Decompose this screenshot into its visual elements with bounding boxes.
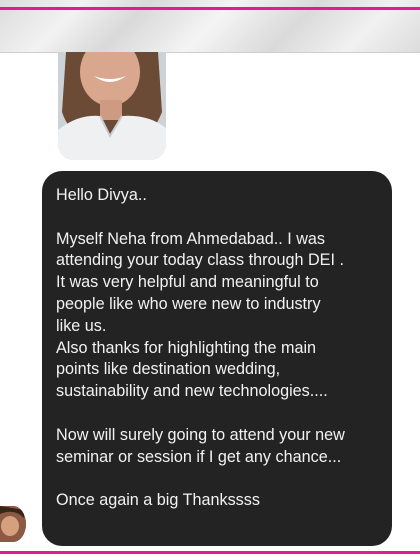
message-line: Now will surely going to attend your new [56, 425, 345, 444]
sender-avatar[interactable] [0, 506, 26, 542]
message-line: Also thanks for highlighting the main [56, 338, 317, 357]
message-line: points like destination wedding, [56, 360, 281, 379]
message-line: seminar or session if I get any chance..… [56, 447, 342, 466]
message-line: Hello Divya.. [56, 186, 147, 204]
avatar-image [0, 506, 26, 542]
message-line: like us. [56, 316, 107, 335]
bottom-accent-line [0, 551, 420, 554]
woman-portrait-image [58, 52, 166, 160]
message-line: attending your today class through DEI . [56, 251, 344, 270]
message-line: Myself Neha from Ahmedabad.. I was [56, 229, 326, 248]
message-line: people like who were new to industry [56, 294, 321, 313]
message-bubble[interactable]: Hello Divya.. Myself Neha from Ahmedabad… [42, 171, 392, 546]
message-line: Once again a big Thankssss [56, 491, 260, 510]
message-line: It was very helpful and meaningful to [56, 273, 319, 292]
top-accent-line [0, 7, 420, 10]
message-line: sustainability and new technologies.... [56, 382, 328, 401]
shared-photo[interactable] [58, 52, 166, 160]
